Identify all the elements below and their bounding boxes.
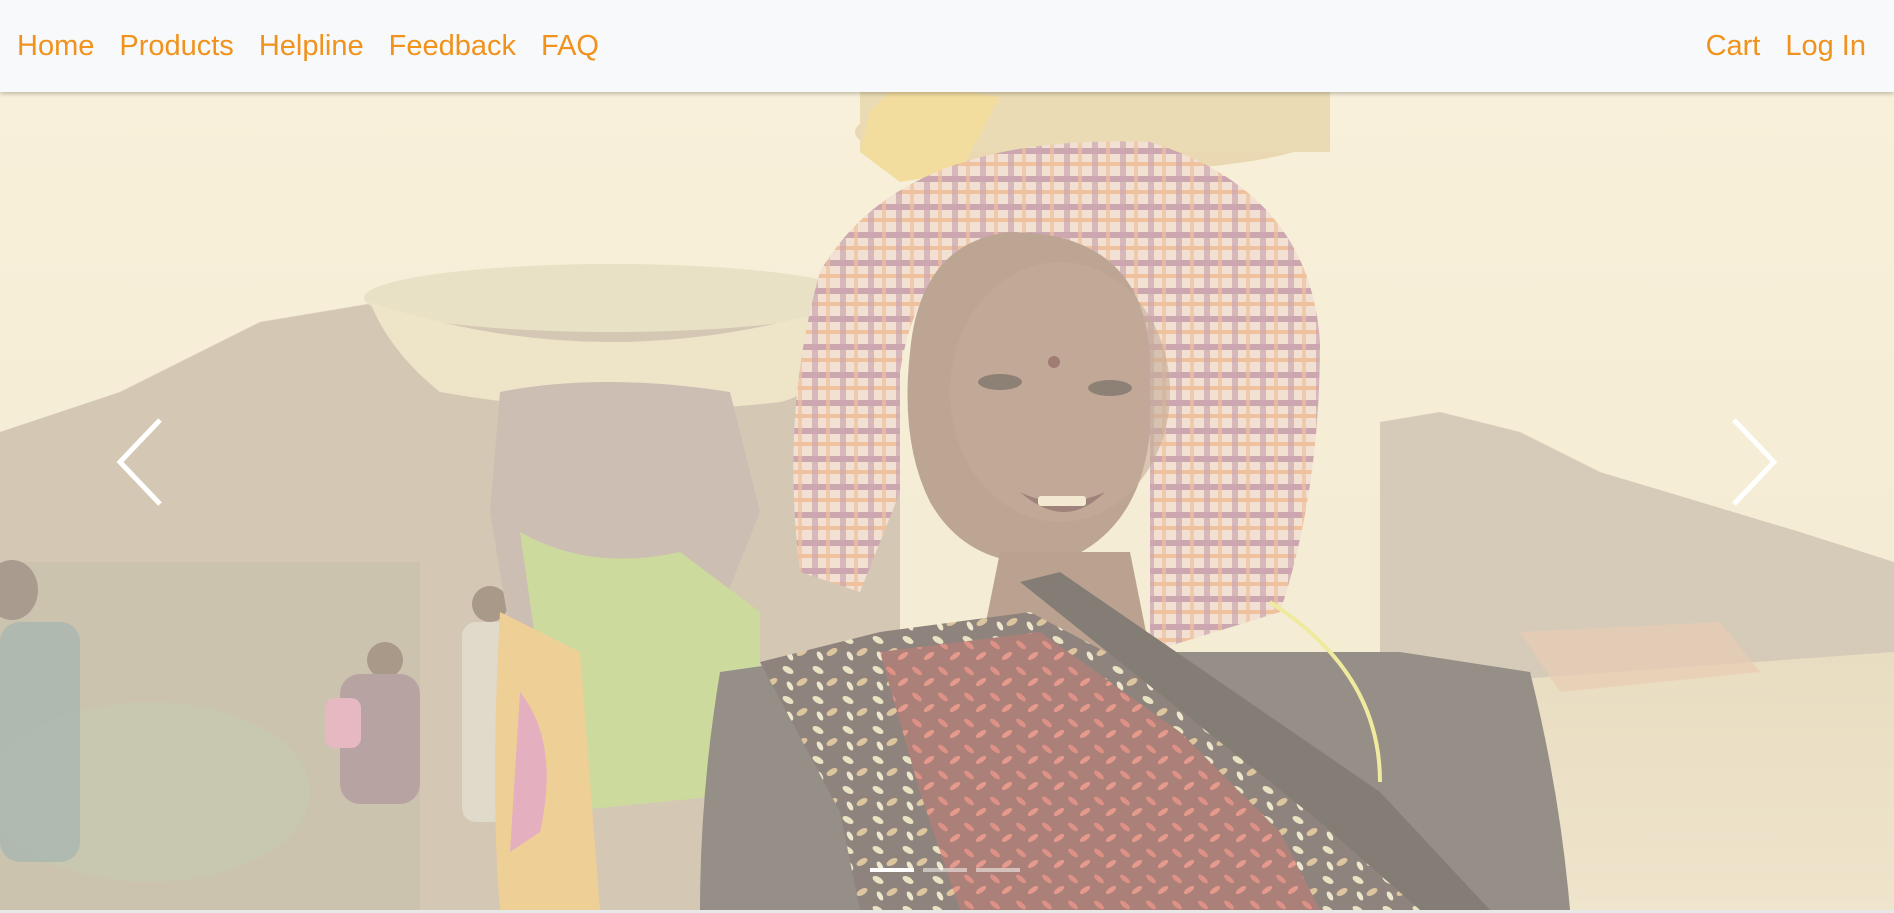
nav-left-group: Home Products Helpline Feedback FAQ [17, 0, 624, 92]
nav-link-feedback[interactable]: Feedback [389, 30, 516, 63]
nav-link-home[interactable]: Home [17, 30, 94, 63]
nav-right-group: Cart Log In [1681, 0, 1866, 92]
chevron-right-icon [1732, 418, 1778, 506]
carousel-prev-button[interactable] [110, 412, 170, 512]
chevron-left-icon [116, 418, 162, 506]
nav-link-faq[interactable]: FAQ [541, 30, 599, 63]
carousel-indicator-1[interactable] [870, 868, 914, 872]
carousel-next-button[interactable] [1724, 412, 1784, 512]
nav-link-products[interactable]: Products [119, 30, 233, 63]
nav-link-helpline[interactable]: Helpline [259, 30, 364, 63]
carousel-indicator-3[interactable] [976, 868, 1020, 872]
hero-carousel [0, 92, 1894, 910]
carousel-indicator-2[interactable] [923, 868, 967, 872]
nav-link-cart[interactable]: Cart [1706, 30, 1761, 63]
hero-slide-image [0, 92, 1894, 910]
carousel-indicators [870, 868, 1029, 872]
nav-link-login[interactable]: Log In [1785, 30, 1866, 63]
top-navbar: Home Products Helpline Feedback FAQ Cart… [0, 0, 1894, 92]
